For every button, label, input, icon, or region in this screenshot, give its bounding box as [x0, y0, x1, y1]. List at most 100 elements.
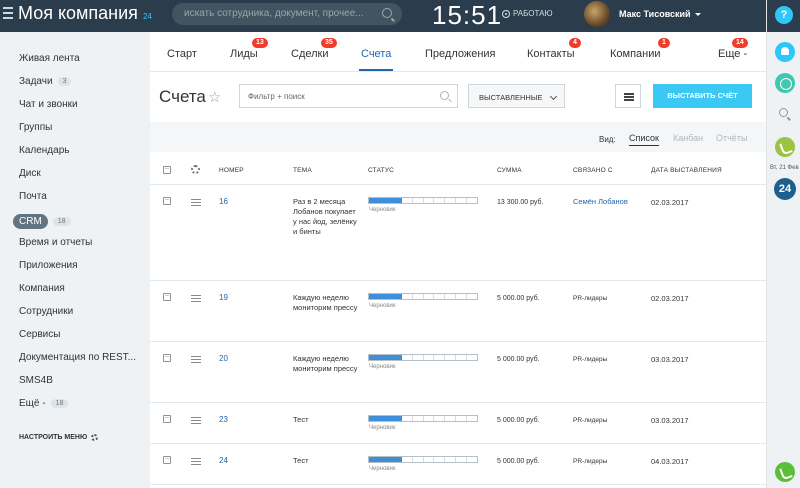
- invoice-number-link[interactable]: 24: [219, 456, 228, 466]
- invoice-type-select[interactable]: ВЫСТАВЛЕННЫЕ: [468, 84, 565, 108]
- global-search-input[interactable]: искать сотрудника, документ, прочее...: [172, 3, 402, 25]
- create-invoice-button[interactable]: ВЫСТАВИТЬ СЧЁТ: [653, 84, 752, 108]
- status-progress-bar[interactable]: [368, 197, 478, 204]
- row-actions-menu-icon[interactable]: [191, 295, 201, 302]
- company-title[interactable]: Моя компания 24: [18, 3, 152, 24]
- row-checkbox[interactable]: [163, 415, 171, 423]
- configure-menu-button[interactable]: НАСТРОИТЬ МЕНЮ: [19, 434, 99, 441]
- sidebar-item-label: Диск: [19, 168, 41, 179]
- invoice-sum: 13 300.00 руб.: [497, 199, 544, 206]
- status-progress-bar[interactable]: [368, 293, 478, 300]
- avatar[interactable]: [584, 1, 610, 27]
- work-status-button[interactable]: РАБОТАЮ: [502, 9, 553, 18]
- row-actions-menu-icon[interactable]: [191, 417, 201, 424]
- tab[interactable]: Контакты: [527, 48, 575, 60]
- user-menu[interactable]: Макс Тисовский: [619, 9, 701, 19]
- tab[interactable]: Предложения: [425, 48, 496, 60]
- sidebar-item[interactable]: Приложения: [19, 260, 78, 271]
- table-row[interactable]: 24 Тест Черновик 5 000.00 руб. PR-лидеры 04.0…: [150, 444, 766, 485]
- row-checkbox[interactable]: [163, 197, 171, 205]
- sidebar-item[interactable]: Время и отчеты: [19, 237, 92, 248]
- col-date[interactable]: ДАТА ВЫСТАВЛЕНИЯ: [651, 167, 722, 174]
- tab[interactable]: Старт: [167, 48, 197, 60]
- tab[interactable]: Еще -: [718, 48, 747, 60]
- row-checkbox[interactable]: [163, 456, 171, 464]
- status-progress-bar[interactable]: [368, 456, 478, 463]
- help-button[interactable]: ?: [775, 6, 793, 24]
- menu-burger-icon[interactable]: [3, 7, 13, 21]
- bitrix24-icon[interactable]: 24: [774, 178, 796, 200]
- select-all-checkbox[interactable]: [163, 166, 171, 174]
- row-checkbox[interactable]: [163, 293, 171, 301]
- col-related[interactable]: СВЯЗАНО С: [573, 167, 613, 174]
- col-status[interactable]: СТАТУС: [368, 167, 394, 174]
- table-row[interactable]: 20 Каждую неделю мониторим прессу Черновик…: [150, 342, 766, 403]
- related-entity: PR-лидеры: [573, 458, 608, 465]
- sidebar-item[interactable]: Чат и звонки: [19, 99, 78, 110]
- right-search-icon[interactable]: [779, 108, 788, 117]
- table-header: НОМЕР ТЕМА СТАТУС СУММА СВЯЗАНО С ДАТА В…: [150, 156, 766, 185]
- table-row[interactable]: 23 Тест Черновик 5 000.00 руб. PR-лидеры 03.0…: [150, 403, 766, 444]
- calendar-date: Вт, 21 Фев: [770, 165, 799, 171]
- sidebar-item[interactable]: CRM 18: [13, 214, 71, 229]
- list-settings-button[interactable]: [615, 84, 641, 108]
- sidebar-item[interactable]: Компания: [19, 283, 65, 294]
- view-label: Вид:: [599, 135, 616, 144]
- col-number[interactable]: НОМЕР: [219, 167, 244, 174]
- invoice-subject: Раз в 2 месяца Лобанов покупает у нас йо…: [293, 197, 357, 236]
- invoice-number-link[interactable]: 19: [219, 293, 228, 303]
- view-list[interactable]: Список: [629, 133, 659, 146]
- filter-search-input[interactable]: Фильтр + поиск: [239, 84, 458, 108]
- phone-icon[interactable]: [775, 137, 795, 157]
- sidebar-item[interactable]: Почта: [19, 191, 47, 202]
- tab-counter-badge: 35: [321, 38, 337, 48]
- status-progress-bar[interactable]: [368, 415, 478, 422]
- notifications-bell-icon[interactable]: [775, 42, 795, 62]
- search-icon[interactable]: [440, 91, 449, 100]
- gear-icon[interactable]: [191, 165, 200, 174]
- view-kanban[interactable]: Канбан: [673, 133, 703, 143]
- favorite-star-icon[interactable]: ☆: [208, 88, 221, 106]
- sidebar-item[interactable]: Сервисы: [19, 329, 60, 340]
- clock: 15:51: [432, 0, 503, 30]
- sidebar-item-label: Приложения: [19, 260, 78, 271]
- table-row[interactable]: 19 Каждую неделю мониторим прессу Черновик…: [150, 281, 766, 342]
- page-title: Счета: [159, 87, 206, 106]
- tab[interactable]: Счета: [358, 48, 394, 71]
- invoice-date: 02.03.2017: [651, 294, 689, 303]
- call-icon[interactable]: [775, 462, 795, 482]
- sidebar-item[interactable]: Живая лента: [19, 53, 80, 64]
- chevron-down-icon: [549, 92, 558, 101]
- sidebar-item[interactable]: Календарь: [19, 145, 69, 156]
- row-actions-menu-icon[interactable]: [191, 458, 201, 465]
- invoice-number-link[interactable]: 16: [219, 197, 228, 207]
- sidebar-item[interactable]: Задачи 3: [19, 76, 72, 87]
- tab[interactable]: Сделки: [291, 48, 329, 60]
- view-reports[interactable]: Отчёты: [716, 133, 747, 143]
- status-label: Черновик: [369, 303, 396, 309]
- table-row[interactable]: 16 Раз в 2 месяца Лобанов покупает у нас …: [150, 185, 766, 281]
- sidebar-item-label: Почта: [19, 191, 47, 202]
- related-entity: PR-лидеры: [573, 417, 608, 424]
- related-entity[interactable]: Семён Лобанов: [573, 197, 633, 207]
- invoice-subject: Тест: [293, 415, 309, 424]
- row-actions-menu-icon[interactable]: [191, 356, 201, 363]
- messenger-chat-icon[interactable]: [775, 73, 795, 93]
- tab[interactable]: Компании: [610, 48, 661, 60]
- tab[interactable]: Лиды: [230, 48, 258, 60]
- row-checkbox[interactable]: [163, 354, 171, 362]
- search-icon[interactable]: [382, 8, 392, 18]
- col-sum[interactable]: СУММА: [497, 167, 522, 174]
- sidebar-item[interactable]: SMS4B: [19, 375, 53, 386]
- invoice-number-link[interactable]: 23: [219, 415, 228, 425]
- sidebar-item[interactable]: Ещё - 18: [19, 398, 69, 409]
- sidebar-item[interactable]: Диск: [19, 168, 41, 179]
- row-actions-menu-icon[interactable]: [191, 199, 201, 206]
- status-progress-bar[interactable]: [368, 354, 478, 361]
- sidebar-item[interactable]: Сотрудники: [19, 306, 73, 317]
- invoice-number-link[interactable]: 20: [219, 354, 228, 364]
- col-subject[interactable]: ТЕМА: [293, 167, 312, 174]
- sidebar-item[interactable]: Группы: [19, 122, 52, 133]
- sidebar-item[interactable]: Документация по REST...: [19, 352, 136, 363]
- sidebar-item-counter: 3: [57, 77, 72, 86]
